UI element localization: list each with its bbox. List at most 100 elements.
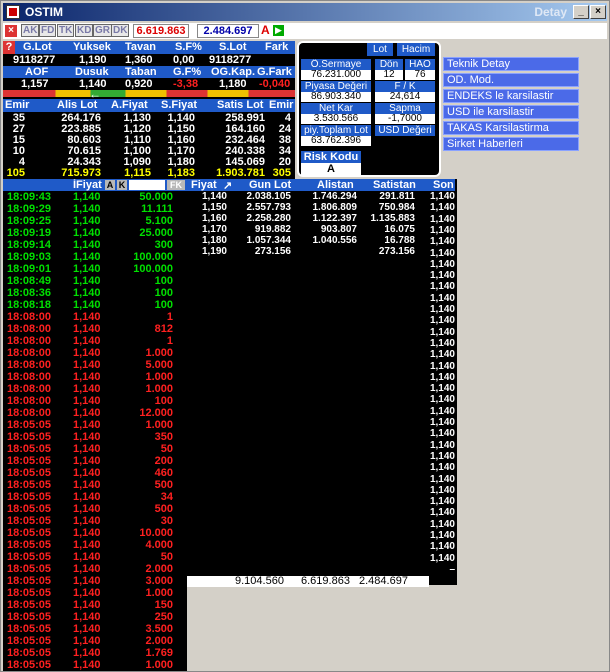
tag-kd[interactable]: KD [75,24,94,37]
stat-value: 63.762.396 [301,136,371,146]
price-dist-cell: 2.557.793 [246,202,292,213]
price-dist-row: 1,150 2.557.793 1.806.809 750.984 [1,202,457,213]
trade-lot: 1.000 [145,347,173,359]
trade-row: 18:08:18 1,140 100 [3,299,187,311]
son-cell: 1,140 [429,292,455,304]
price-dist-cell: 1.122.397 [312,213,358,224]
trade-row: 18:05:05 1,140 4.000 [3,539,187,551]
trade-lot: 100 [154,395,173,407]
trade-lot: 3.500 [145,623,173,635]
title-bar[interactable]: OSTIM Detay _ × [3,3,607,21]
tag-dk[interactable]: DK [111,24,130,37]
totals-row: 9.104.560 6.619.863 2.484.697 [187,576,429,587]
price-dist-row: 1,140 2.038.105 1.746.294 291.811 [1,191,457,202]
trade-lot: 10.000 [139,527,173,539]
tag-ak[interactable]: AK [21,24,40,37]
son-cell: 1,140 [429,191,455,202]
menu-item[interactable]: OD. Mod. [443,73,579,87]
son-cell: 1,140 [429,496,455,508]
trade-row: 18:08:00 1,140 1.000 [3,383,187,395]
trade-price: 1,140 [73,443,101,455]
son-cell: 1,140 [429,541,455,553]
trade-lot: 460 [154,467,173,479]
arrow-right-icon[interactable]: ▶ [273,25,284,36]
sell-volume-value: 2.484.697 [197,24,259,38]
son-cell: 1,140 [429,202,455,214]
price-dist-cell: 16.788 [384,235,415,246]
trade-row: 18:05:05 1,140 50 [3,443,187,455]
son-cell: 1,140 [429,462,455,474]
son-cell: – [449,563,455,575]
menu-item[interactable]: Sirket Haberleri [443,137,579,151]
trade-row: 18:08:00 1,140 1 [3,311,187,323]
trade-price: 1,140 [73,563,101,575]
fk-button[interactable]: FK [167,180,185,190]
trade-time: 18:05:05 [7,647,52,659]
trade-lot: 100 [154,299,173,311]
stat-value: 86.903.340 [301,92,371,102]
trade-row: 18:05:05 1,140 250 [3,611,187,623]
trade-time: 18:08:00 [7,371,52,383]
price-dist-cell: 1.057.344 [246,235,292,246]
vertical-scrollbar[interactable] [595,41,609,671]
menu-item[interactable]: USD ile karsilastir [443,105,579,119]
trade-time: 18:05:05 [7,563,52,575]
trade-time: 18:08:00 [7,335,52,347]
son-cell: 1,140 [429,394,455,406]
stat-label: USD Değeri [375,125,435,136]
trade-price: 1,140 [73,335,101,347]
window-title: OSTIM [25,5,63,19]
close-icon[interactable]: ? [3,41,15,54]
trade-price: 1,140 [73,287,101,299]
stat-label: Sapma [375,103,435,114]
price-dist-cell: 1.746.294 [312,191,358,202]
stat-value: -1,7000 [375,114,435,124]
trade-row: 18:05:05 1,140 1.000 [3,587,187,599]
close-button[interactable]: × [590,5,606,19]
menu-item[interactable]: ENDEKS le karsilastir [443,89,579,103]
close-icon[interactable]: × [5,25,17,37]
trade-time: 18:05:05 [7,527,52,539]
depth-total-cell: 715.973 [61,167,101,179]
tag-tk[interactable]: TK [57,24,75,37]
trade-price: 1,140 [73,491,101,503]
filter-a-button[interactable]: A [105,180,115,190]
menu-item[interactable]: Teknik Detay [443,57,579,71]
price-dist-cell: 273.156 [254,246,291,257]
son-cell: 1,140 [429,349,455,361]
menu-item[interactable]: TAKAS Karsilastirma [443,121,579,135]
filter-input[interactable] [129,180,165,190]
trade-row: 18:08:00 1,140 1.000 [3,347,187,359]
trade-lot: 1 [166,335,173,347]
trade-price: 1,140 [73,527,101,539]
filter-k-button[interactable]: K [117,180,127,190]
price-dist-cell: 1.040.556 [312,235,358,246]
trade-row: 18:05:05 1,140 500 [3,503,187,515]
trade-lot: 50 [160,443,173,455]
trade-lot: 1.769 [145,647,173,659]
trade-lot: 200 [154,455,173,467]
price-dist-cell: 1,180 [201,235,227,246]
tag-fd[interactable]: FD [39,24,57,37]
app-icon [6,5,20,19]
trade-time: 18:08:00 [7,323,52,335]
trade-row: 18:08:00 1,140 100 [3,395,187,407]
trade-time: 18:05:05 [7,515,52,527]
trade-lot: 1.000 [145,587,173,599]
son-cell: 1,140 [429,371,455,383]
trade-time: 18:05:05 [7,431,52,443]
alert-a-button[interactable]: A [261,24,273,37]
tag-gr[interactable]: GR [93,24,112,37]
son-cell: 1,140 [429,428,455,440]
trade-price: 1,140 [73,647,101,659]
trade-time: 18:05:05 [7,419,52,431]
hacim-button[interactable]: Hacim [397,43,435,56]
trade-price: 1,140 [73,539,101,551]
stat-value: 3.530.566 [301,114,371,124]
trade-lot: 1.000 [145,659,173,671]
trade-time: 18:05:05 [7,455,52,467]
stat-value: 12 [375,70,403,80]
minimize-button[interactable]: _ [573,5,589,19]
lot-button[interactable]: Lot [367,43,393,56]
trade-row: 18:05:05 1,140 50 [3,551,187,563]
